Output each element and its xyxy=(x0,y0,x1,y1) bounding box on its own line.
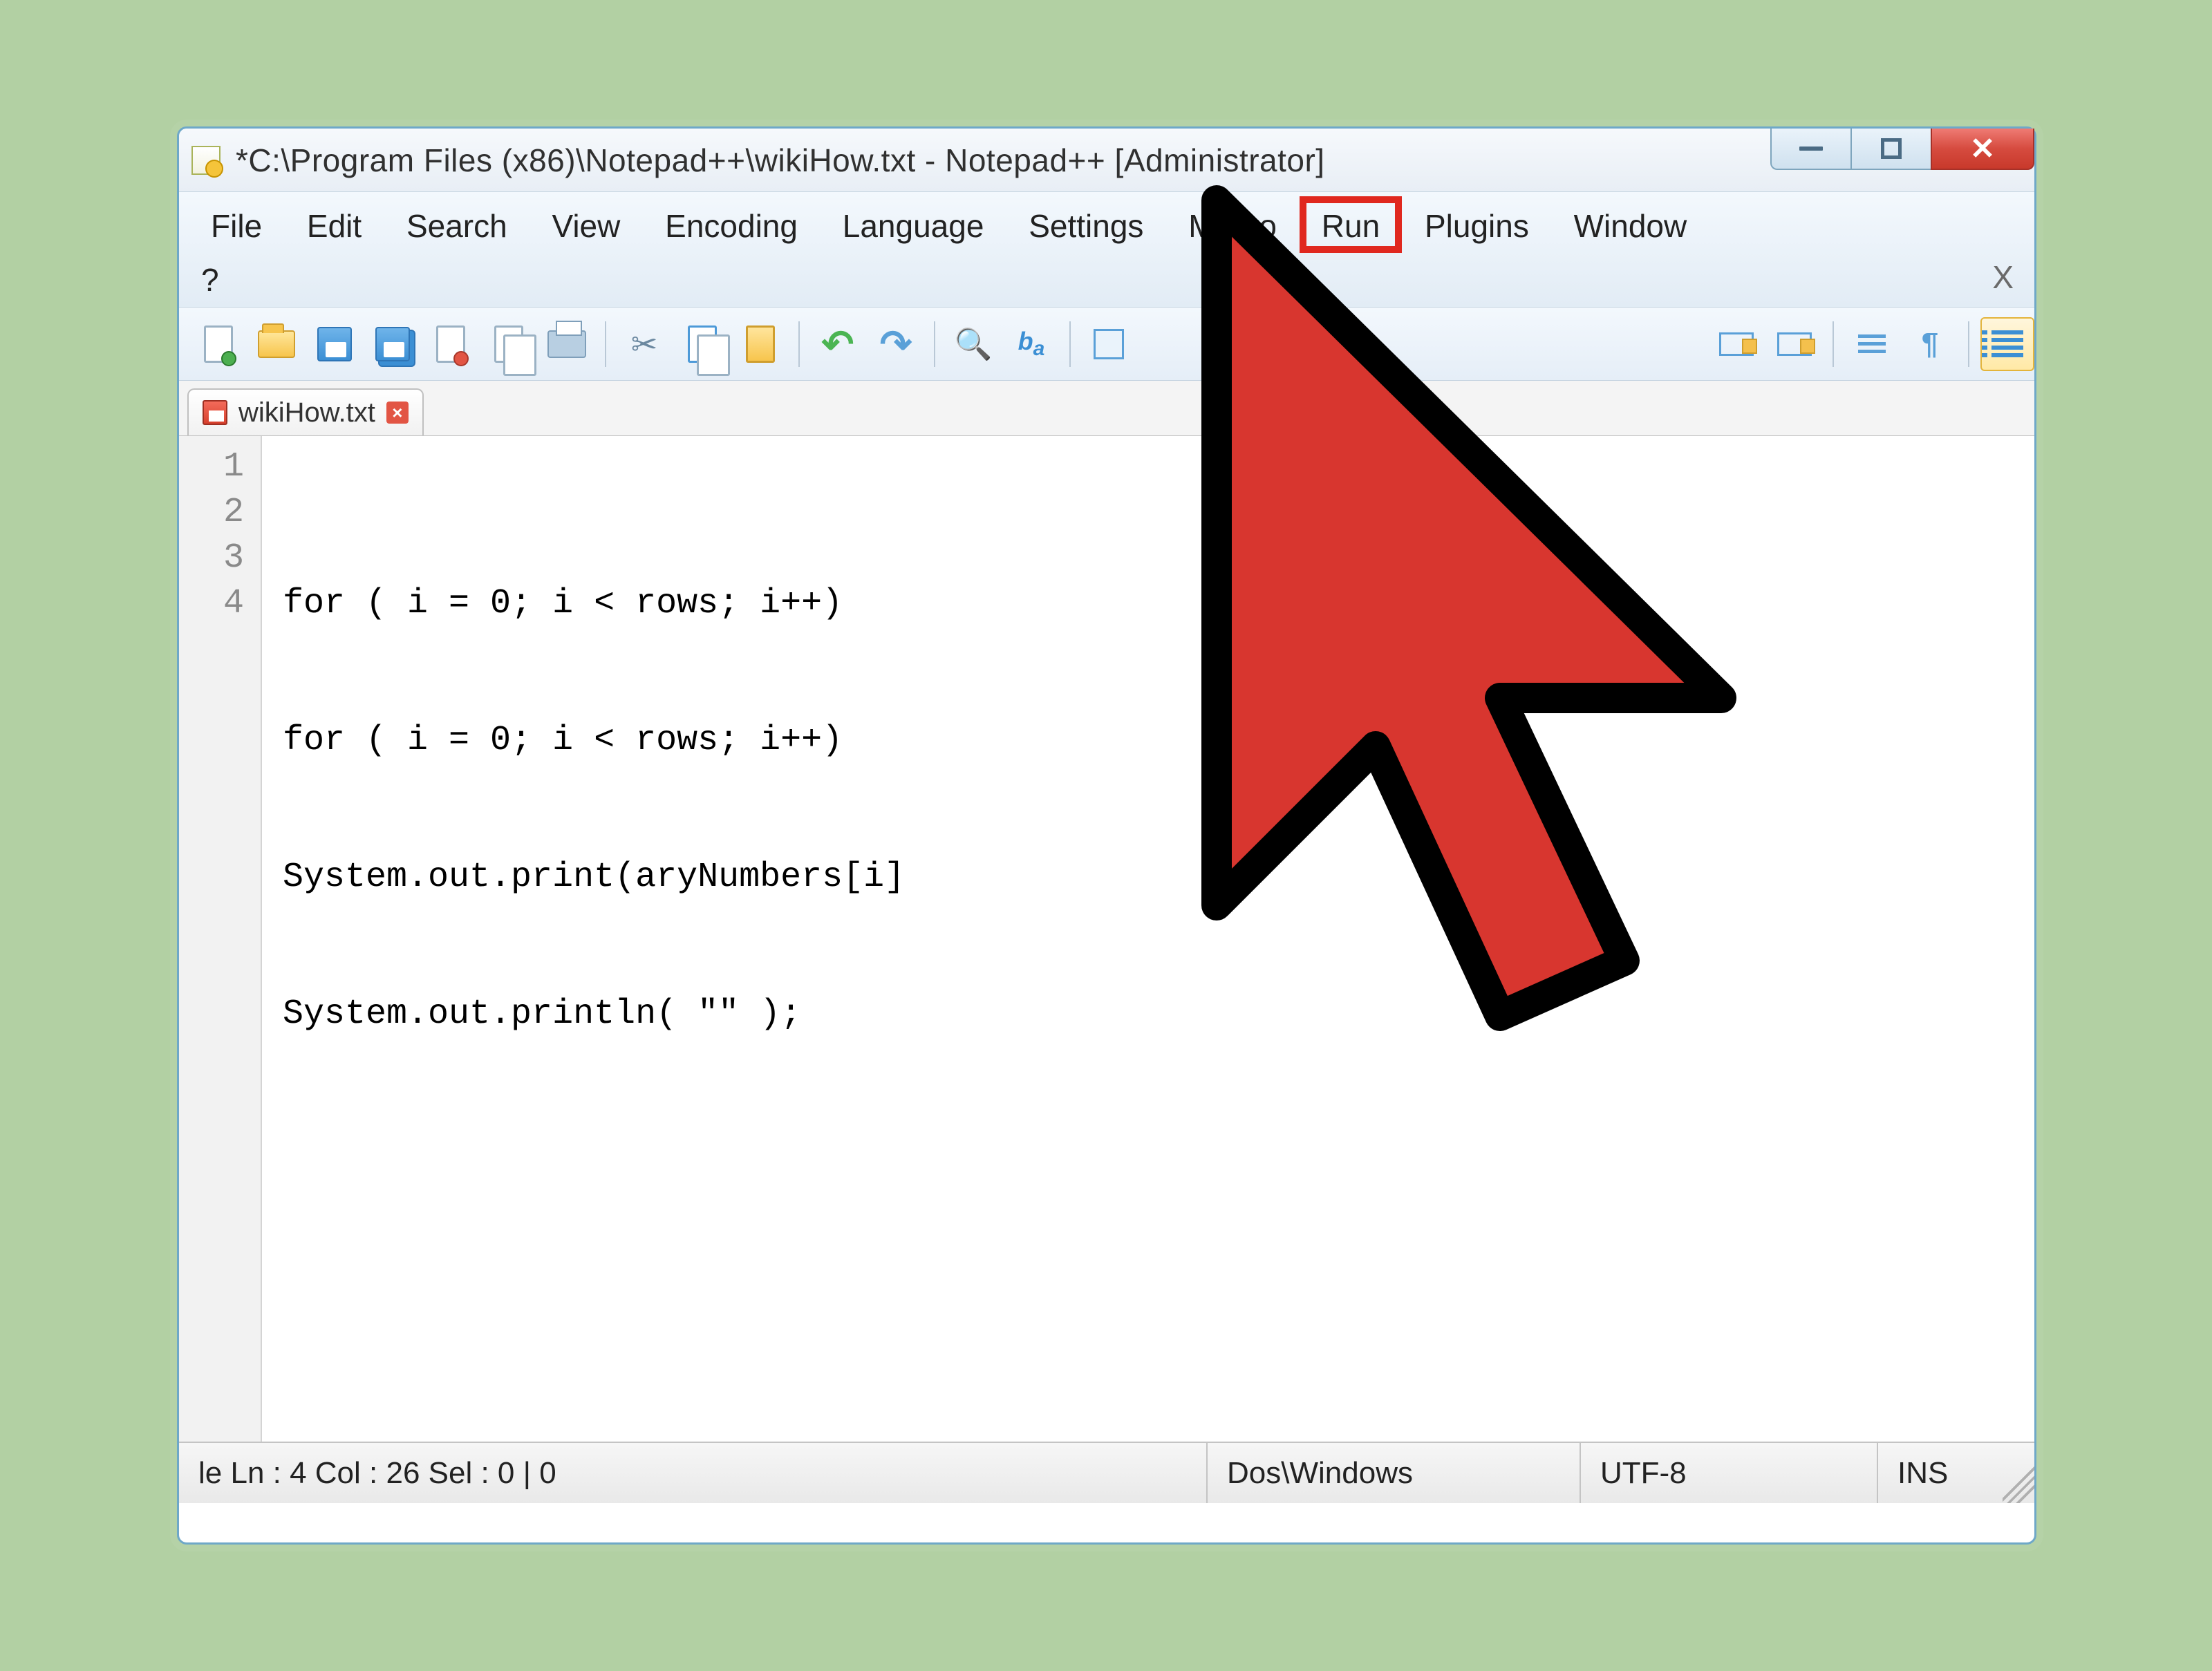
toolbar-separator xyxy=(934,321,935,367)
tab-strip: wikiHow.txt × xyxy=(179,381,2034,436)
copy-icon xyxy=(688,325,717,363)
close-file-button[interactable] xyxy=(424,317,478,371)
line-number: 2 xyxy=(179,490,244,536)
save-button[interactable] xyxy=(308,317,362,371)
new-file-icon xyxy=(204,325,233,363)
maximize-icon xyxy=(1881,138,1902,159)
redo-button[interactable]: ↷ xyxy=(869,317,923,371)
window-controls: ✕ xyxy=(1772,129,2034,191)
close-file-icon xyxy=(436,325,465,363)
menu-bar: File Edit Search View Encoding Language … xyxy=(179,192,2034,308)
menu-run[interactable]: Run xyxy=(1304,199,1398,253)
toolbar-separator xyxy=(1069,321,1071,367)
menu-help[interactable]: ? xyxy=(193,253,227,307)
close-button[interactable]: ✕ xyxy=(1931,129,2034,170)
minimize-icon xyxy=(1799,147,1823,151)
status-eol: Dos\Windows xyxy=(1208,1443,1581,1503)
close-icon: ✕ xyxy=(1970,131,1996,167)
status-insert-mode: INS xyxy=(1878,1443,2003,1503)
paste-button[interactable] xyxy=(733,317,787,371)
save-all-button[interactable] xyxy=(366,317,420,371)
function-list-button[interactable] xyxy=(1980,317,2034,371)
line-number: 3 xyxy=(179,536,244,581)
zoom-in-icon xyxy=(1094,329,1124,359)
panel-icon xyxy=(1719,332,1754,356)
editor[interactable]: 1 2 3 4 for ( i = 0; i < rows; i++) for … xyxy=(179,436,2034,1442)
app-icon xyxy=(191,146,221,175)
menu-close-x[interactable]: X xyxy=(1992,250,2014,304)
save-all-icon xyxy=(375,327,410,361)
resize-grip[interactable] xyxy=(2003,1443,2034,1503)
replace-icon: ba xyxy=(1018,327,1045,361)
tab-label: wikiHow.txt xyxy=(238,397,375,428)
line-number-gutter: 1 2 3 4 xyxy=(179,436,262,1442)
menu-file[interactable]: File xyxy=(193,199,280,253)
printer-icon xyxy=(547,330,586,358)
folder-open-icon xyxy=(258,330,295,358)
toggle-panel-button[interactable] xyxy=(1709,317,1763,371)
titlebar[interactable]: *C:\Program Files (x86)\Notepad++\wikiHo… xyxy=(179,129,2034,192)
status-position: le Ln : 4 Col : 26 Sel : 0 | 0 xyxy=(179,1443,1208,1503)
menu-macro[interactable]: Macro xyxy=(1170,199,1295,253)
code-line: System.out.println( "" ); xyxy=(283,992,2034,1037)
list-icon xyxy=(1991,330,2023,357)
line-number: 4 xyxy=(179,581,244,627)
tab-close-button[interactable]: × xyxy=(386,402,409,424)
toolbar: ✂ ↶ ↷ 🔍 ba ¶ xyxy=(179,308,2034,381)
pilcrow-icon: ¶ xyxy=(1922,327,1938,361)
code-line: for ( i = 0; i < rows; i++) xyxy=(283,718,2034,764)
zoom-in-button[interactable] xyxy=(1082,317,1136,371)
code-line: for ( i = 0; i < rows; i++) xyxy=(283,581,2034,627)
menu-view[interactable]: View xyxy=(534,199,638,253)
menu-search[interactable]: Search xyxy=(388,199,525,253)
app-window: *C:\Program Files (x86)\Notepad++\wikiHo… xyxy=(177,126,2036,1545)
close-all-button[interactable] xyxy=(482,317,536,371)
menu-encoding[interactable]: Encoding xyxy=(647,199,816,253)
copy-button[interactable] xyxy=(675,317,729,371)
panel-2-icon xyxy=(1777,332,1812,356)
code-line: System.out.print(aryNumbers[i] xyxy=(283,855,2034,900)
undo-button[interactable]: ↶ xyxy=(811,317,865,371)
redo-icon: ↷ xyxy=(880,321,912,367)
save-icon xyxy=(317,327,352,361)
menu-plugins[interactable]: Plugins xyxy=(1407,199,1547,253)
toolbar-separator xyxy=(605,321,606,367)
scissors-icon: ✂ xyxy=(631,325,658,363)
toolbar-separator xyxy=(1968,321,1969,367)
paste-icon xyxy=(746,325,775,363)
menu-edit[interactable]: Edit xyxy=(289,199,379,253)
line-number: 1 xyxy=(179,444,244,490)
status-encoding: UTF-8 xyxy=(1581,1443,1878,1503)
unsaved-file-icon xyxy=(203,400,227,425)
cut-button[interactable]: ✂ xyxy=(617,317,671,371)
show-symbol-button[interactable]: ¶ xyxy=(1903,317,1957,371)
toolbar-separator xyxy=(798,321,800,367)
menu-language[interactable]: Language xyxy=(825,199,1002,253)
minimize-button[interactable] xyxy=(1770,129,1852,170)
indent-button[interactable] xyxy=(1845,317,1899,371)
maximize-button[interactable] xyxy=(1850,129,1932,170)
close-all-icon xyxy=(494,325,523,363)
undo-icon: ↶ xyxy=(822,321,854,367)
menu-settings[interactable]: Settings xyxy=(1011,199,1161,253)
tab-wikihow[interactable]: wikiHow.txt × xyxy=(187,388,424,435)
new-file-button[interactable] xyxy=(191,317,245,371)
indent-icon xyxy=(1858,334,1886,353)
binoculars-icon: 🔍 xyxy=(955,326,993,362)
toggle-panel-2-button[interactable] xyxy=(1768,317,1821,371)
tab-close-icon: × xyxy=(392,402,402,424)
window-title: *C:\Program Files (x86)\Notepad++\wikiHo… xyxy=(236,142,1772,179)
replace-button[interactable]: ba xyxy=(1004,317,1058,371)
toolbar-separator xyxy=(1833,321,1834,367)
find-button[interactable]: 🔍 xyxy=(946,317,1000,371)
code-area[interactable]: for ( i = 0; i < rows; i++) for ( i = 0;… xyxy=(262,436,2034,1442)
open-file-button[interactable] xyxy=(250,317,303,371)
print-button[interactable] xyxy=(540,317,594,371)
status-bar: le Ln : 4 Col : 26 Sel : 0 | 0 Dos\Windo… xyxy=(179,1442,2034,1503)
menu-window[interactable]: Window xyxy=(1556,199,1705,253)
